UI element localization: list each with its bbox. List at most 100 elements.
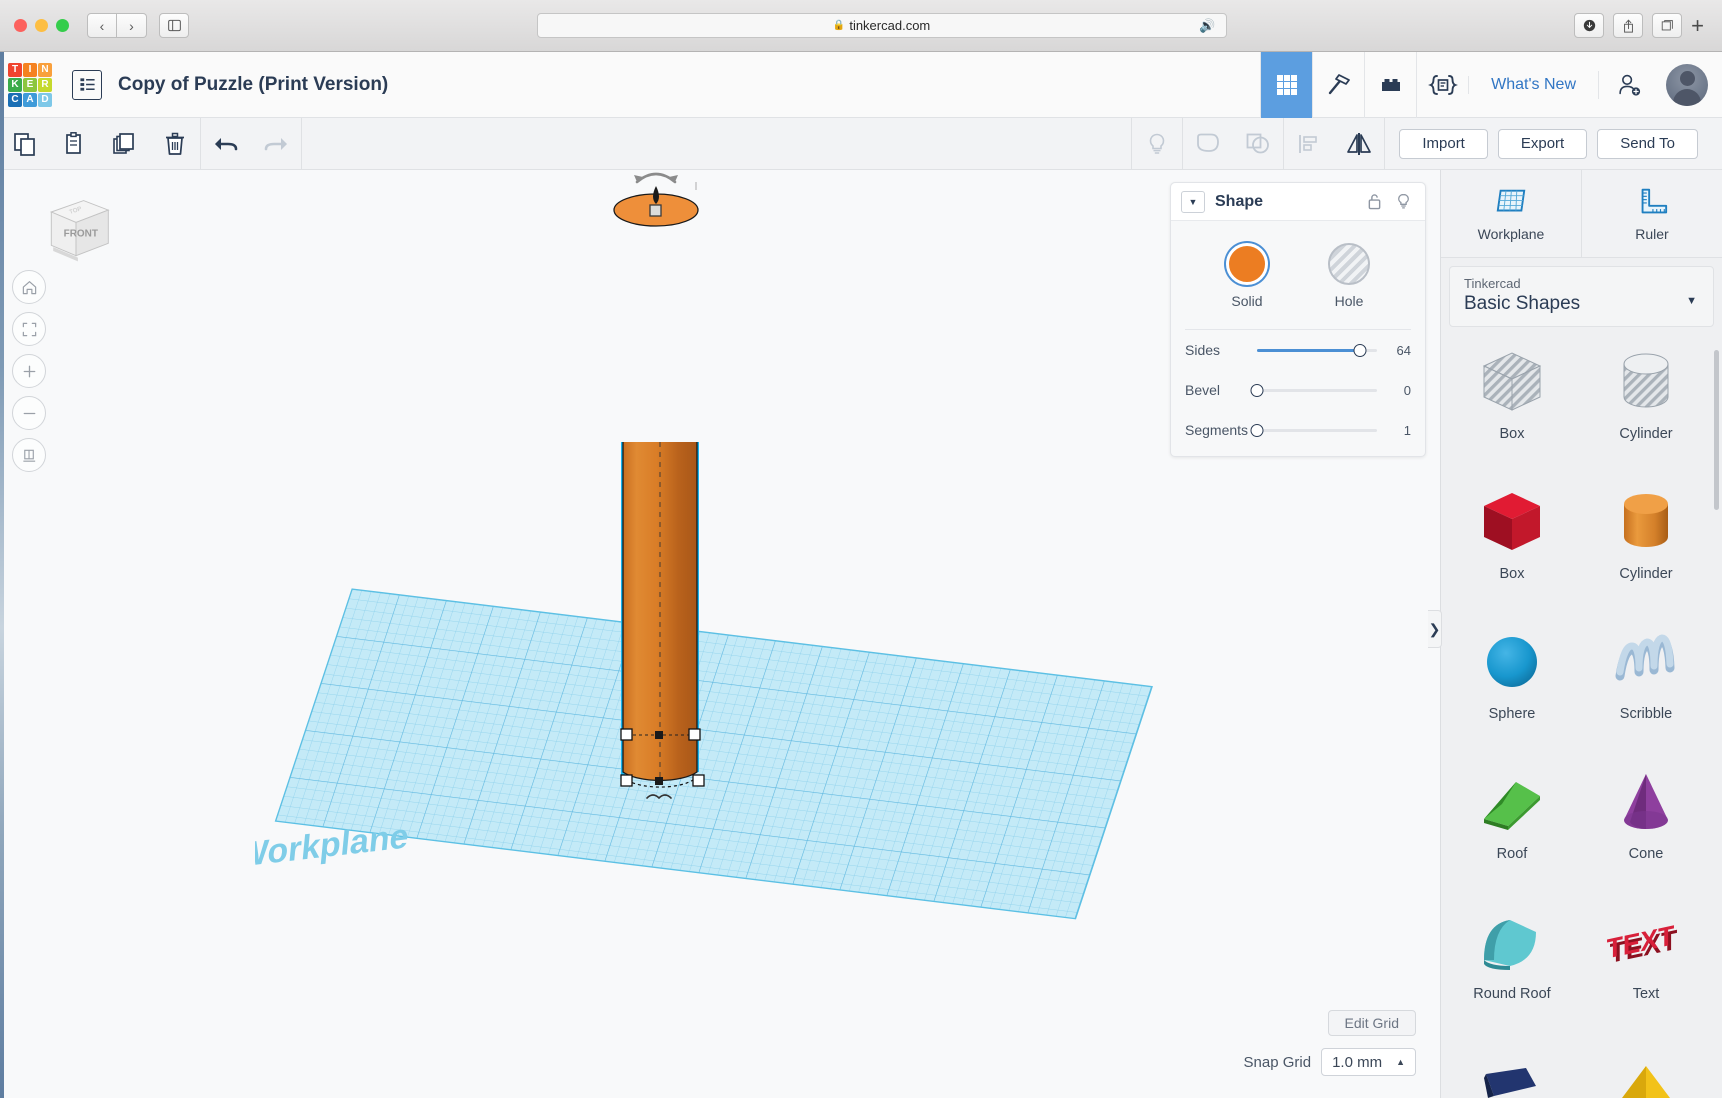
export-button[interactable]: Export <box>1497 128 1588 159</box>
shape-library-grid[interactable]: Box Cylinder Box Cylinder Sphere Scribbl… <box>1441 318 1717 1098</box>
workplane-grid[interactable] <box>274 588 1153 920</box>
zoom-in-button[interactable] <box>12 354 46 388</box>
sidebar-icon <box>167 19 181 32</box>
light-button[interactable] <box>1132 118 1182 170</box>
send-to-button[interactable]: Send To <box>1597 128 1698 159</box>
delete-button[interactable] <box>150 118 200 170</box>
shapes-sidebar: Workplane Ruler Tinkercad Basic Shapes ▼ <box>1440 170 1722 1098</box>
forward-button[interactable]: › <box>117 13 147 38</box>
tab-bricks[interactable] <box>1364 51 1416 118</box>
home-view-button[interactable] <box>12 270 46 304</box>
group-button[interactable] <box>1183 118 1233 170</box>
align-button[interactable] <box>1284 118 1334 170</box>
workplane-scene[interactable]: Workplane <box>255 442 1155 922</box>
sidebar-scrollbar[interactable] <box>1714 350 1719 510</box>
collapse-panel-button[interactable]: ▼ <box>1181 190 1205 213</box>
ungroup-button[interactable] <box>1233 118 1283 170</box>
tab-overview-button[interactable] <box>1652 13 1683 38</box>
snap-grid-select[interactable]: 1.0 mm ▲ <box>1321 1048 1416 1076</box>
share-button[interactable] <box>1613 13 1644 38</box>
tinkercad-logo[interactable]: T I N K E R C A D <box>8 62 52 107</box>
chevron-down-icon[interactable]: ▼ <box>1686 295 1697 307</box>
copy-button[interactable] <box>0 118 50 170</box>
avatar[interactable] <box>1666 63 1708 106</box>
back-button[interactable]: ‹ <box>87 13 117 38</box>
shape-item-round-roof[interactable]: Round Roof <box>1445 886 1579 1026</box>
shape-item-text[interactable]: TEXT TEXT Text <box>1579 886 1713 1026</box>
shape-item-roof[interactable]: Roof <box>1445 746 1579 886</box>
address-bar[interactable]: 🔒 tinkercad.com 🔊 <box>536 13 1227 38</box>
invite-people-button[interactable] <box>1598 70 1658 99</box>
sidebar-item-ruler[interactable]: Ruler <box>1581 170 1722 257</box>
resize-handle-front-right[interactable] <box>692 774 705 787</box>
project-list-button[interactable] <box>72 69 102 100</box>
segments-knob[interactable] <box>1250 423 1264 437</box>
new-tab-button[interactable]: + <box>1691 13 1704 39</box>
sidebar-toggle-button[interactable] <box>159 13 189 38</box>
copy-icon <box>14 132 35 156</box>
cylinder-art <box>1608 480 1684 564</box>
shape-label: Box <box>1499 566 1525 582</box>
center-handle-top[interactable] <box>655 731 663 739</box>
ortho-toggle-button[interactable] <box>12 438 46 472</box>
sides-slider[interactable] <box>1257 342 1377 358</box>
segments-slider[interactable] <box>1250 422 1377 438</box>
center-handle-bottom[interactable] <box>655 777 663 785</box>
cylinder-top-group[interactable] <box>600 170 800 370</box>
shape-inspector-panel[interactable]: ▼ Shape Solid Hole Sides 64 Bevel 0 Segm… <box>1170 182 1426 457</box>
tab-overview-icon <box>1661 20 1673 31</box>
tab-design[interactable] <box>1260 51 1313 118</box>
page-title[interactable]: Copy of Puzzle (Print Version) <box>118 74 388 96</box>
resize-handle-left[interactable] <box>620 728 633 741</box>
import-button[interactable]: Import <box>1399 128 1488 159</box>
close-window-button[interactable] <box>14 19 27 32</box>
roof-icon <box>1484 782 1540 830</box>
collection-owner: Tinkercad <box>1464 276 1521 291</box>
solid-mode-option[interactable]: Solid <box>1226 243 1268 309</box>
shape-item-scribble[interactable]: Scribble <box>1579 606 1713 746</box>
shape-mode-row: Solid Hole <box>1171 237 1425 313</box>
align-icon <box>1299 134 1318 153</box>
shape-item-box-hole[interactable]: Box <box>1445 326 1579 466</box>
shape-item-cylinder-hole[interactable]: Cylinder <box>1579 326 1713 466</box>
undo-button[interactable] <box>201 118 251 170</box>
duplicate-button[interactable] <box>100 118 150 170</box>
tab-blocks[interactable] <box>1312 51 1364 118</box>
sides-knob[interactable] <box>1353 343 1367 357</box>
unlock-icon[interactable] <box>1367 193 1382 210</box>
window-controls[interactable] <box>14 19 69 32</box>
zoom-out-button[interactable] <box>12 396 46 430</box>
bevel-knob[interactable] <box>1250 383 1264 397</box>
toolbar-divider-6 <box>1384 117 1386 170</box>
hole-swatch[interactable] <box>1328 243 1370 285</box>
height-handle[interactable] <box>649 204 662 217</box>
solid-color-swatch[interactable] <box>1226 243 1268 285</box>
bevel-slider[interactable] <box>1250 382 1377 398</box>
shape-item-box[interactable]: Box <box>1445 466 1579 606</box>
minimize-window-button[interactable] <box>35 19 48 32</box>
mirror-button[interactable] <box>1334 118 1384 170</box>
shape-item-wedge[interactable] <box>1445 1026 1579 1098</box>
tab-codeblocks[interactable] <box>1416 51 1468 118</box>
paste-button[interactable] <box>50 118 100 170</box>
edit-grid-button[interactable]: Edit Grid <box>1327 1010 1416 1036</box>
speaker-active-icon[interactable]: 🔊 <box>1199 18 1215 34</box>
viewcube-front-label: FRONT <box>64 229 98 240</box>
redo-button[interactable] <box>251 118 301 170</box>
lightbulb-icon[interactable] <box>1396 193 1411 210</box>
resize-handle-right[interactable] <box>688 728 701 741</box>
downloads-button[interactable] <box>1574 13 1605 38</box>
expand-panel-tab[interactable]: ❯ <box>1428 610 1442 648</box>
shape-item-cone[interactable]: Cone <box>1579 746 1713 886</box>
shape-item-pyramid[interactable] <box>1579 1026 1713 1098</box>
maximize-window-button[interactable] <box>56 19 69 32</box>
resize-handle-front-left[interactable] <box>620 774 633 787</box>
fit-view-button[interactable] <box>12 312 46 346</box>
view-cube[interactable]: FRONT TOP <box>38 193 114 269</box>
shape-item-cylinder[interactable]: Cylinder <box>1579 466 1713 606</box>
shape-label: Box <box>1499 426 1525 442</box>
shape-item-sphere[interactable]: Sphere <box>1445 606 1579 746</box>
whats-new-link[interactable]: What's New <box>1468 75 1598 94</box>
hole-mode-option[interactable]: Hole <box>1328 243 1370 309</box>
sidebar-item-workplane[interactable]: Workplane <box>1441 170 1581 257</box>
